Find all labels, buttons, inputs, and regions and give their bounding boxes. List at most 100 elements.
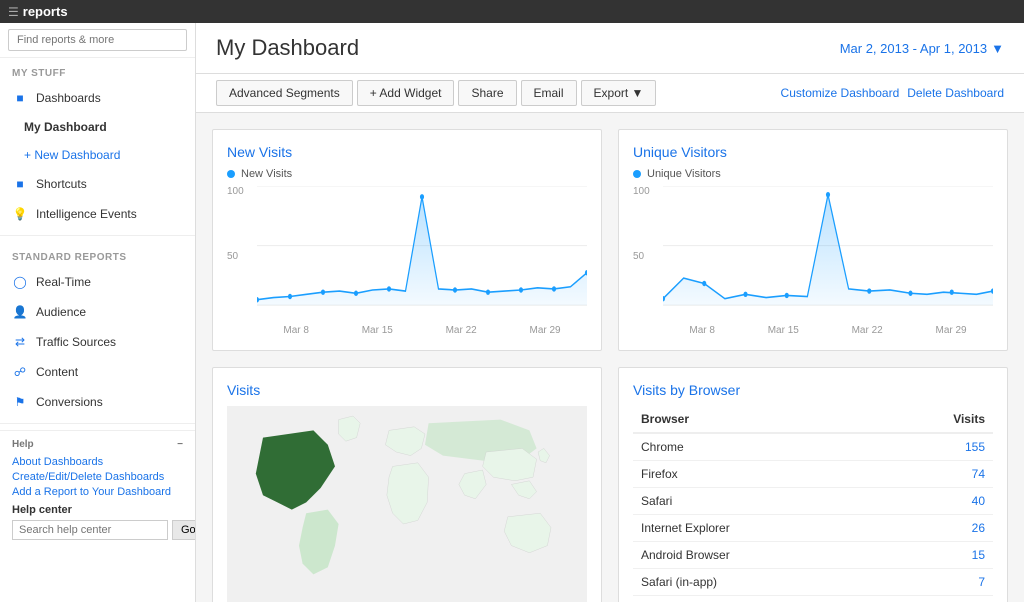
audience-icon: 👤 [12,304,28,320]
browser-widget-title: Visits by Browser [633,382,993,398]
date-range[interactable]: Mar 2, 2013 - Apr 1, 2013 ▼ [840,41,1004,56]
content-label: Content [36,365,78,379]
toolbar: Advanced Segments + Add Widget Share Ema… [196,74,1024,113]
new-visits-x-labels: Mar 8 Mar 15 Mar 22 Mar 29 [257,325,587,336]
new-dashboard-label: + New Dashboard [24,148,120,162]
export-chevron-icon: ▼ [632,86,644,100]
new-visits-legend: New Visits [227,168,587,180]
search-input[interactable] [8,29,187,51]
browser-visits: 7 [880,569,993,596]
browser-table-row: Android Browser15 [633,542,993,569]
dashboards-icon: ■ [12,90,28,106]
help-search-input[interactable] [12,520,168,540]
conversions-icon: ⚑ [12,394,28,410]
map-area [227,406,587,602]
page-title: My Dashboard [216,35,359,61]
advanced-segments-button[interactable]: Advanced Segments [216,80,353,106]
browser-table: Browser Visits Chrome155Firefox74Safari4… [633,406,993,596]
visits-map-title: Visits [227,382,587,398]
topbar-icon: ☰ [8,5,19,19]
browser-name: Safari [633,488,880,515]
delete-dashboard-button[interactable]: Delete Dashboard [907,86,1004,100]
browser-name: Safari (in-app) [633,569,880,596]
help-link-about[interactable]: About Dashboards [12,456,183,468]
sidebar-item-audience[interactable]: 👤 Audience [0,297,195,327]
intelligence-events-label: Intelligence Events [36,207,137,221]
browser-name: Internet Explorer [633,515,880,542]
audience-label: Audience [36,305,86,319]
new-visits-title: New Visits [227,144,587,160]
share-button[interactable]: Share [458,80,516,106]
my-dashboard-label: My Dashboard [24,120,107,134]
help-center-label: Help center [12,504,183,516]
visits-by-browser-widget: Visits by Browser Browser Visits Chrome1… [618,367,1008,602]
realtime-label: Real-Time [36,275,91,289]
new-visits-y-labels: 100 50 [227,186,257,316]
browser-table-row: Internet Explorer26 [633,515,993,542]
topbar-label: reports [23,4,68,19]
main-header: My Dashboard Mar 2, 2013 - Apr 1, 2013 ▼ [196,23,1024,74]
sidebar-item-new-dashboard[interactable]: + New Dashboard [0,141,195,169]
new-visits-canvas [257,186,587,316]
unique-visitors-chart: 100 50 Mar 8 Mar 15 Mar 22 Mar 29 [633,186,993,336]
browser-visits: 15 [880,542,993,569]
help-minimize-icon[interactable]: − [177,439,183,450]
export-button[interactable]: Export ▼ [581,80,657,106]
add-widget-button[interactable]: + Add Widget [357,80,455,106]
sidebar-item-shortcuts[interactable]: ■ Shortcuts [0,169,195,199]
help-link-add-report[interactable]: Add a Report to Your Dashboard [12,486,183,498]
help-search-button[interactable]: Go [172,520,196,540]
browser-name: Chrome [633,433,880,461]
world-map-svg [227,406,587,602]
shortcuts-label: Shortcuts [36,177,87,191]
conversions-label: Conversions [36,395,103,409]
help-link-create[interactable]: Create/Edit/Delete Dashboards [12,471,183,483]
help-search-container: Go [12,520,183,540]
unique-visitors-legend: Unique Visitors [633,168,993,180]
sidebar-item-intelligence-events[interactable]: 💡 Intelligence Events [0,199,195,229]
unique-visitors-canvas [663,186,993,316]
help-section: Help − About Dashboards Create/Edit/Dele… [0,430,195,548]
browser-table-row: Safari (in-app)7 [633,569,993,596]
sidebar-item-dashboards[interactable]: ■ Dashboards [0,83,195,113]
shortcuts-icon: ■ [12,176,28,192]
new-visits-widget: New Visits New Visits 100 50 Mar 8 Mar 1… [212,129,602,351]
sidebar-search-container [0,23,195,58]
unique-visitors-y-labels: 100 50 [633,186,663,316]
chevron-down-icon: ▼ [991,41,1004,56]
browser-table-row: Firefox74 [633,461,993,488]
intelligence-events-icon: 💡 [12,206,28,222]
visits-col-header: Visits [880,406,993,433]
standard-reports-section-title: STANDARD REPORTS [0,242,195,267]
new-visits-chart: 100 50 Mar 8 Mar 15 Mar 22 Mar 29 [227,186,587,336]
browser-name: Android Browser [633,542,880,569]
unique-visitors-legend-dot [633,170,641,178]
my-stuff-section-title: MY STUFF [0,58,195,83]
email-button[interactable]: Email [521,80,577,106]
browser-visits: 74 [880,461,993,488]
topbar: ☰ reports [0,0,1024,23]
sidebar-item-my-dashboard[interactable]: My Dashboard [0,113,195,141]
traffic-sources-icon: ⇄ [12,334,28,350]
browser-visits: 26 [880,515,993,542]
visits-map-widget: Visits [212,367,602,602]
unique-visitors-title: Unique Visitors [633,144,993,160]
customize-dashboard-button[interactable]: Customize Dashboard [781,86,900,100]
realtime-icon: ◯ [12,274,28,290]
dashboard-grid: New Visits New Visits 100 50 Mar 8 Mar 1… [196,113,1024,602]
browser-table-header: Browser Visits [633,406,993,433]
sidebar-item-conversions[interactable]: ⚑ Conversions [0,387,195,417]
unique-visitors-widget: Unique Visitors Unique Visitors 100 50 M… [618,129,1008,351]
browser-table-body: Chrome155Firefox74Safari40Internet Explo… [633,433,993,596]
sidebar-item-content[interactable]: ☍ Content [0,357,195,387]
dashboards-label: Dashboards [36,91,101,105]
browser-name: Firefox [633,461,880,488]
sidebar: MY STUFF ■ Dashboards My Dashboard + New… [0,23,196,602]
browser-table-row: Chrome155 [633,433,993,461]
toolbar-right: Customize Dashboard Delete Dashboard [781,86,1004,100]
unique-visitors-x-labels: Mar 8 Mar 15 Mar 22 Mar 29 [663,325,993,336]
new-visits-legend-dot [227,170,235,178]
sidebar-item-traffic-sources[interactable]: ⇄ Traffic Sources [0,327,195,357]
sidebar-item-realtime[interactable]: ◯ Real-Time [0,267,195,297]
traffic-sources-label: Traffic Sources [36,335,116,349]
